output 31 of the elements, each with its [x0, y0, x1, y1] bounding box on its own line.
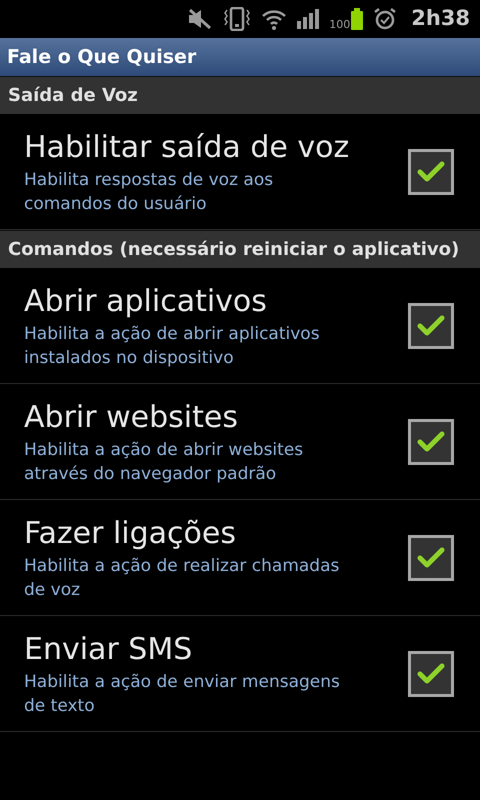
wifi-icon [261, 8, 288, 30]
check-icon [417, 314, 445, 336]
setting-title: Abrir websites [24, 398, 239, 436]
battery-icon [351, 8, 364, 30]
setting-summary: Habilita a ação de realizar chamadas de voz [24, 554, 340, 602]
setting-summary: Habilita respostas de voz aos comandos do usuário [24, 168, 274, 216]
battery-level: 100 [329, 19, 350, 30]
check-icon [417, 160, 445, 182]
check-icon [417, 430, 445, 452]
section-title: Comandos (necessário reiniciar o aplicativo) [8, 238, 460, 262]
setting-title: Habilitar saída de voz [24, 128, 350, 166]
setting-summary: Habilita a ação de enviar mensagens de texto [24, 670, 341, 718]
alarm-clock-icon [373, 7, 398, 31]
setting-summary: Habilita a ação de abrir aplicativos instalados no dispositivo [24, 322, 321, 370]
checkbox[interactable] [408, 302, 454, 348]
checkbox[interactable] [408, 418, 454, 464]
vibrate-icon [223, 7, 252, 31]
checkbox[interactable] [408, 534, 454, 580]
section-title: Saída de Voz [8, 84, 138, 108]
setting-title: Fazer ligações [24, 514, 237, 552]
check-icon [417, 662, 445, 684]
setting-summary: Habilita a ação de abrir websites através do navegador padrão [24, 438, 304, 486]
checkbox[interactable] [408, 650, 454, 696]
setting-title: Abrir aplicativos [24, 282, 268, 320]
mute-icon [187, 8, 214, 30]
setting-title: Enviar SMS [24, 630, 194, 668]
check-icon [417, 546, 445, 568]
window-title: Fale o Que Quiser [7, 44, 196, 70]
clock: 2h38 [411, 5, 470, 32]
checkbox[interactable] [408, 148, 454, 194]
signal-icon [297, 9, 320, 29]
